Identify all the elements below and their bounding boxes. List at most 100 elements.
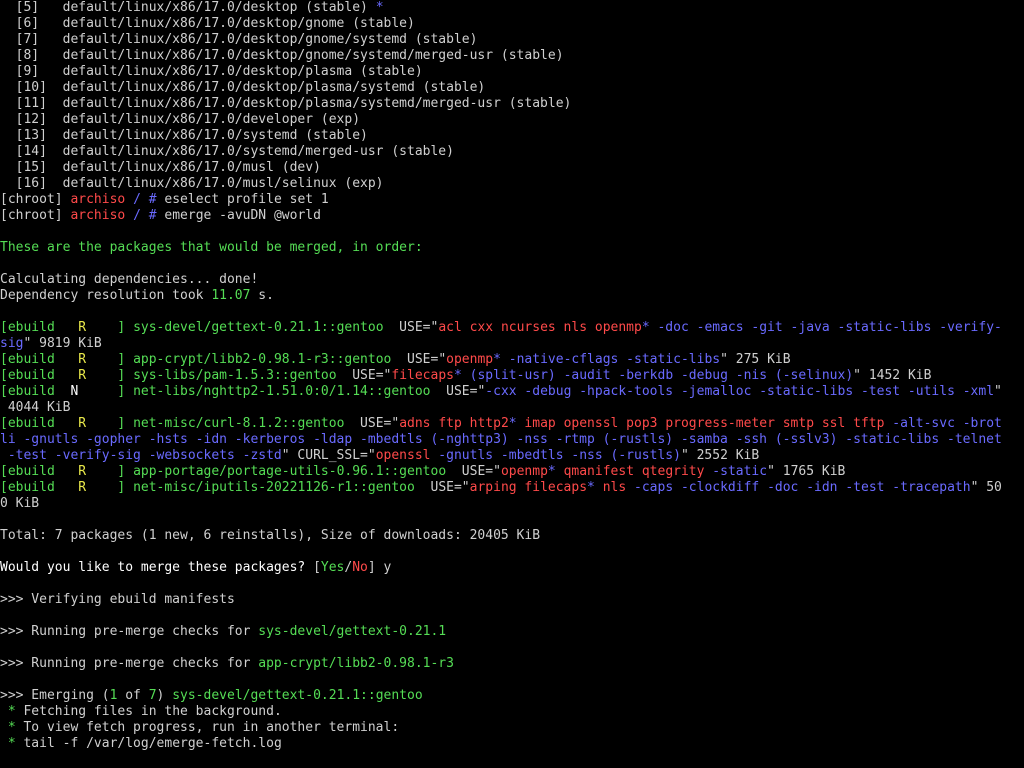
terminal-text: [14] default/linux/x86/17.0/systemd/merg… [0, 144, 454, 159]
terminal-line: [6] default/linux/x86/17.0/desktop/gnome… [0, 16, 415, 32]
terminal-text: openssl [375, 448, 431, 463]
terminal-text: -caps -clockdiff -doc -idn -test -tracep… [626, 480, 971, 495]
terminal-line: [ebuild N ] net-libs/nghttp2-1.51.0:0/1.… [0, 384, 1002, 400]
terminal-text: Dependency resolution took [0, 288, 212, 303]
terminal-text: app-portage/portage-utils-0.96.1::gentoo [133, 464, 447, 479]
terminal-text: R [78, 480, 87, 495]
terminal-text: ] [86, 368, 134, 383]
terminal-text: 4044 KiB [0, 400, 71, 415]
terminal-text: R [78, 416, 87, 431]
terminal-text: sys-devel/gettext-0.21.1 [258, 624, 447, 639]
terminal-text: -cxx -debug -hpack-tools -jemalloc -stat… [485, 384, 995, 399]
terminal-text: No [352, 560, 368, 575]
terminal-text: [chroot] [0, 192, 71, 207]
terminal-line: >>> Running pre-merge checks for app-cry… [0, 656, 454, 672]
terminal-text: R [78, 368, 87, 383]
terminal-text: -alt-svc -brot [884, 416, 1002, 431]
terminal-text: " 2552 KiB [680, 448, 760, 463]
terminal-text: / # [125, 208, 165, 223]
terminal-text: [ebuild [0, 416, 79, 431]
terminal-line: -test -verify-sig -websockets -zstd" CUR… [0, 448, 759, 464]
terminal-line: Would you like to merge these packages? … [0, 560, 391, 576]
terminal-text: sys-devel/gettext-0.21.1::gentoo [172, 688, 423, 703]
terminal-text: [ebuild [0, 352, 79, 367]
terminal-line: li -gnutls -gopher -hsts -idn -kerberos … [0, 432, 1002, 448]
terminal-text: USE=" [414, 480, 470, 495]
terminal-line: [10] default/linux/x86/17.0/desktop/plas… [0, 80, 486, 96]
terminal-line: [7] default/linux/x86/17.0/desktop/gnome… [0, 32, 478, 48]
terminal-line: [16] default/linux/x86/17.0/musl/selinux… [0, 176, 384, 192]
terminal-text: eselect profile set 1 [164, 192, 329, 207]
terminal-window[interactable]: [5] default/linux/x86/17.0/desktop (stab… [0, 0, 1024, 768]
terminal-line: [12] default/linux/x86/17.0/developer (e… [0, 112, 360, 128]
terminal-text: app-crypt/libb2-0.98.1-r3::gentoo [133, 352, 392, 367]
terminal-line: [ebuild R ] sys-libs/pam-1.5.3::gentoo U… [0, 368, 931, 384]
terminal-text: -native-cflags -static-libs [500, 352, 721, 367]
terminal-text: app-crypt/libb2-0.98.1-r3 [258, 656, 454, 671]
terminal-text: " 1452 KiB [853, 368, 932, 383]
terminal-text: [10] default/linux/x86/17.0/desktop/plas… [0, 80, 486, 95]
terminal-text: ] [86, 320, 134, 335]
terminal-text: of [117, 688, 149, 703]
terminal-text: " 275 KiB [720, 352, 791, 367]
terminal-text: [16] default/linux/x86/17.0/musl/selinux… [0, 176, 384, 191]
terminal-text: -doc -emacs -git -java -static-libs -ver… [649, 320, 1002, 335]
terminal-text: li -gnutls -gopher -hsts -idn -kerberos … [0, 432, 1002, 447]
terminal-text: [12] default/linux/x86/17.0/developer (e… [0, 112, 361, 127]
terminal-text: filecaps [391, 368, 454, 383]
terminal-text: * [0, 720, 24, 735]
terminal-text: " [994, 384, 1002, 399]
terminal-line: [9] default/linux/x86/17.0/desktop/plasm… [0, 64, 423, 80]
terminal-line: 0 KiB [0, 496, 39, 512]
terminal-text: net-misc/iputils-20221126-r1::gentoo [133, 480, 415, 495]
terminal-text: [ebuild [0, 384, 71, 399]
terminal-line: 4044 KiB [0, 400, 71, 416]
terminal-line: >>> Verifying ebuild manifests [0, 592, 235, 608]
terminal-text: ] y [367, 560, 392, 575]
terminal-text: USE=" [430, 384, 486, 399]
terminal-text: net-misc/curl-8.1.2::gentoo [133, 416, 345, 431]
terminal-text: * [641, 320, 650, 335]
terminal-text: / # [125, 192, 165, 207]
terminal-text: acl cxx ncurses nls openmp [438, 320, 642, 335]
terminal-text: [ebuild [0, 480, 79, 495]
terminal-text: >>> Emerging ( [0, 688, 110, 703]
terminal-text: Yes [320, 560, 345, 575]
terminal-line: [ebuild R ] app-crypt/libb2-0.98.1-r3::g… [0, 352, 791, 368]
terminal-text: [chroot] [0, 208, 71, 223]
terminal-line: * To view fetch progress, run in another… [0, 720, 399, 736]
terminal-line: [8] default/linux/x86/17.0/desktop/gnome… [0, 48, 564, 64]
terminal-text: s. [250, 288, 274, 303]
terminal-text: net-libs/nghttp2-1.51.0:0/1.14::gentoo [133, 384, 431, 399]
terminal-text: R [78, 464, 87, 479]
terminal-text: * [0, 704, 24, 719]
terminal-text: * [547, 464, 556, 479]
terminal-text: archiso [70, 208, 126, 223]
terminal-text: USE=" [446, 464, 501, 479]
terminal-text: [ebuild [0, 368, 79, 383]
terminal-text: " 1765 KiB [767, 464, 846, 479]
terminal-text: sys-libs/pam-1.5.3::gentoo [133, 368, 337, 383]
terminal-text: nls [594, 480, 627, 495]
terminal-text: Calculating dependencies... done! [0, 272, 259, 287]
terminal-text: ] [86, 480, 134, 495]
terminal-text: tail -f /var/log/emerge-fetch.log [23, 736, 282, 751]
terminal-text: USE=" [383, 320, 439, 335]
terminal-text: adns ftp http2 [399, 416, 509, 431]
terminal-text: [7] default/linux/x86/17.0/desktop/gnome… [0, 32, 478, 47]
terminal-text: ) [156, 688, 173, 703]
terminal-line: sig" 9819 KiB [0, 336, 102, 352]
terminal-text: " CURL_SSL=" [281, 448, 376, 463]
terminal-text: -test -verify-sig -websockets -zstd [0, 448, 282, 463]
terminal-text: [6] default/linux/x86/17.0/desktop/gnome… [0, 16, 415, 31]
terminal-text: -static [704, 464, 768, 479]
terminal-text: USE=" [336, 368, 392, 383]
terminal-text: These are the packages that would be mer… [0, 240, 423, 255]
terminal-text: -gnutls -mbedtls -nss (-rustls) [430, 448, 681, 463]
terminal-line: * Fetching files in the background. [0, 704, 282, 720]
terminal-text: >>> Verifying ebuild manifests [0, 592, 235, 607]
terminal-text: R [78, 352, 87, 367]
terminal-text: ] [86, 464, 134, 479]
terminal-line: Calculating dependencies... done! [0, 272, 258, 288]
terminal-text: * [493, 352, 501, 367]
